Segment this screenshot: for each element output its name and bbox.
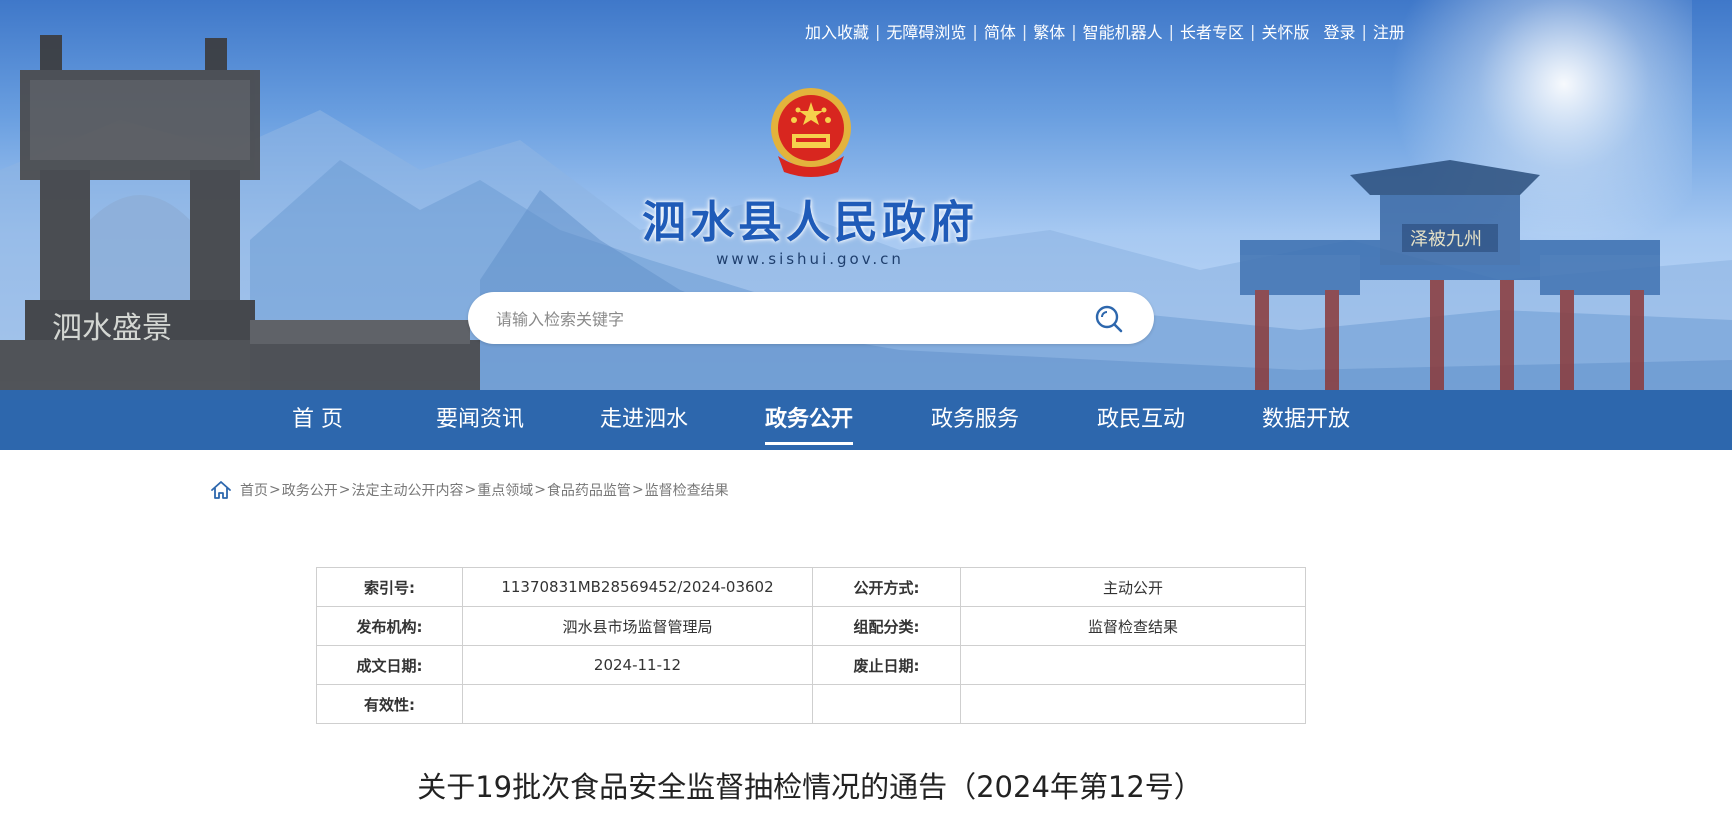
separator: | — [1361, 21, 1367, 41]
breadcrumb-item-home[interactable]: 首页 — [240, 480, 268, 500]
breadcrumb-separator: > — [631, 482, 644, 498]
nav-item-open-data[interactable]: 数据开放 — [1262, 390, 1350, 450]
separator: | — [875, 21, 881, 41]
table-row: 成文日期: 2024-11-12 废止日期: — [316, 645, 1306, 685]
meta-cell-empty — [812, 684, 961, 724]
link-smart-robot[interactable]: 智能机器人 — [1083, 19, 1163, 43]
nav-item-news[interactable]: 要闻资讯 — [436, 390, 524, 450]
link-login[interactable]: 登录 — [1323, 19, 1355, 43]
breadcrumb-item-key-areas[interactable]: 重点领域 — [477, 480, 533, 500]
main-nav: 首 页 要闻资讯 走进泗水 政务公开 政务服务 政民互动 数据开放 — [0, 390, 1732, 450]
meta-label-expiry-date: 废止日期: — [812, 645, 961, 685]
breadcrumb-separator: > — [534, 482, 546, 498]
meta-value-expiry-date — [960, 645, 1306, 685]
nav-item-about-sishui[interactable]: 走进泗水 — [600, 390, 688, 450]
link-accessibility[interactable]: 无障碍浏览 — [886, 19, 966, 43]
breadcrumb: 首页 > 政务公开 > 法定主动公开内容 > 重点领域 > 食品药品监管 > 监… — [210, 478, 729, 502]
table-row: 索引号: 11370831MB28569452/2024-03602 公开方式:… — [316, 567, 1306, 607]
meta-value-publisher: 泗水县市场监督管理局 — [462, 606, 813, 646]
link-care-version[interactable]: 关怀版 — [1261, 19, 1309, 43]
separator: | — [1168, 21, 1175, 41]
breadcrumb-item-legal-content[interactable]: 法定主动公开内容 — [351, 480, 463, 500]
breadcrumb-item-gov-affairs[interactable]: 政务公开 — [282, 480, 338, 500]
link-elder-zone[interactable]: 长者专区 — [1180, 19, 1244, 43]
separator: | — [972, 21, 978, 41]
nav-item-interaction[interactable]: 政民互动 — [1097, 390, 1185, 450]
home-icon[interactable] — [210, 479, 232, 501]
meta-label-publisher: 发布机构: — [316, 606, 463, 646]
breadcrumb-separator: > — [464, 482, 477, 498]
meta-value-category: 监督检查结果 — [960, 606, 1306, 646]
link-register[interactable]: 注册 — [1373, 19, 1405, 43]
meta-value-index-no: 11370831MB28569452/2024-03602 — [462, 567, 813, 607]
breadcrumb-separator: > — [269, 482, 281, 498]
link-add-favorite[interactable]: 加入收藏 — [805, 19, 869, 43]
link-traditional[interactable]: 繁体 — [1033, 19, 1065, 43]
breadcrumb-item-food-drug[interactable]: 食品药品监管 — [547, 480, 631, 500]
left-inscription: 泗水盛景 — [52, 311, 172, 346]
table-row: 发布机构: 泗水县市场监督管理局 组配分类: 监督检查结果 — [316, 606, 1306, 646]
meta-label-index-no: 索引号: — [316, 567, 463, 607]
nav-item-gov-affairs-open[interactable]: 政务公开 — [765, 390, 854, 450]
article-title: 关于19批次食品安全监督抽检情况的通告（2024年第12号） — [417, 770, 1203, 804]
meta-value-disclosure-method: 主动公开 — [960, 567, 1306, 607]
breadcrumb-separator: > — [338, 482, 351, 498]
link-simplified[interactable]: 简体 — [984, 19, 1016, 43]
meta-value-validity — [462, 684, 813, 724]
meta-label-disclosure-method: 公开方式: — [812, 567, 961, 607]
search-input[interactable] — [494, 292, 1058, 346]
document-meta-table: 索引号: 11370831MB28569452/2024-03602 公开方式:… — [316, 567, 1306, 724]
meta-label-written-date: 成文日期: — [316, 645, 463, 685]
search-box — [468, 292, 1154, 346]
meta-label-category: 组配分类: — [812, 606, 961, 646]
separator: | — [1071, 21, 1077, 41]
header-banner: 泗水盛景 泽被九州 加入收藏 | 无障碍浏览 | 简体 | 繁体 | 智能机器人… — [0, 0, 1732, 390]
nav-item-home[interactable]: 首 页 — [292, 390, 343, 450]
meta-value-written-date: 2024-11-12 — [462, 645, 813, 685]
separator: | — [1021, 21, 1028, 41]
table-row: 有效性: — [316, 684, 1306, 724]
separator: | — [1250, 21, 1256, 41]
site-url: www.sishui.gov.cn — [716, 250, 904, 268]
right-inscription: 泽被九州 — [1410, 229, 1482, 250]
national-emblem-icon — [771, 88, 851, 177]
meta-label-validity: 有效性: — [316, 684, 463, 724]
nav-item-gov-services[interactable]: 政务服务 — [931, 390, 1019, 450]
top-links-bar: 加入收藏 | 无障碍浏览 | 简体 | 繁体 | 智能机器人 | 长者专区 | … — [805, 19, 1405, 43]
search-icon[interactable] — [1094, 304, 1124, 334]
site-name: 泗水县人民政府 — [642, 197, 978, 248]
meta-cell-empty — [960, 684, 1306, 724]
breadcrumb-item-inspection-results[interactable]: 监督检查结果 — [645, 480, 729, 500]
